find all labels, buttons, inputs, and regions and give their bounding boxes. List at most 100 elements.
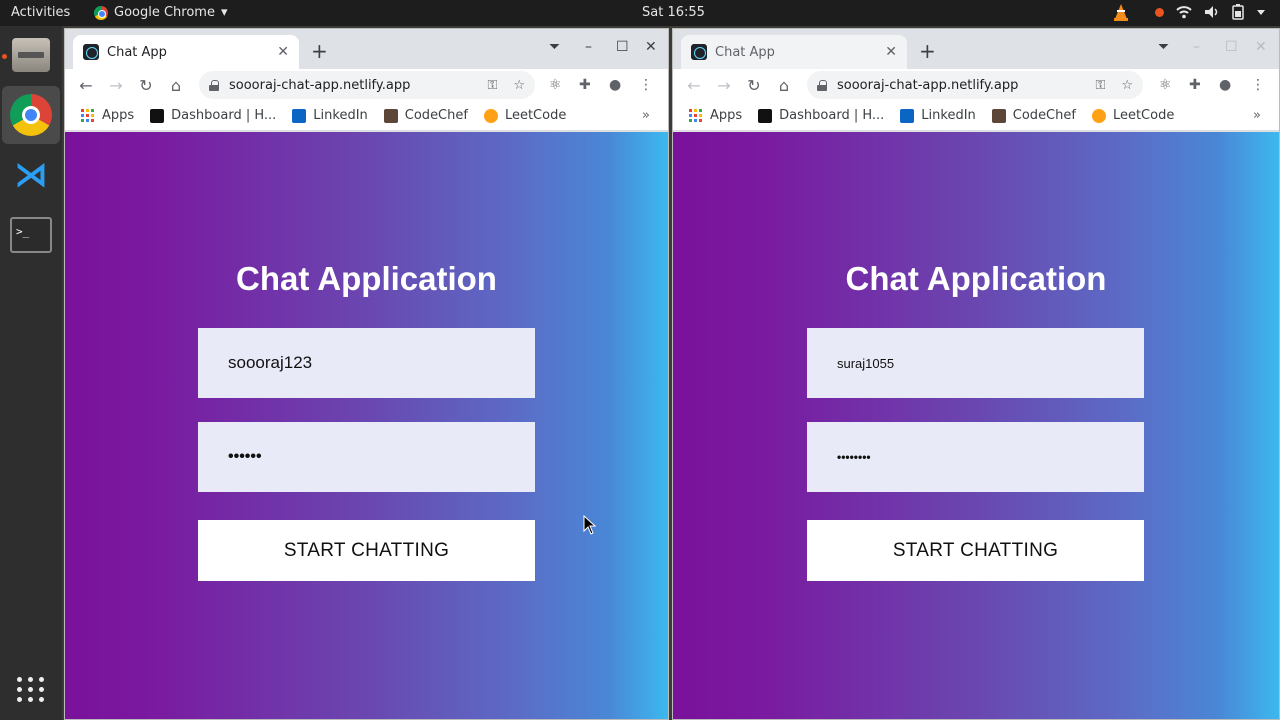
wifi-icon[interactable] xyxy=(1176,5,1192,19)
leetcode-icon xyxy=(483,108,498,123)
apps-grid-icon xyxy=(689,108,703,123)
bookmark-apps[interactable]: Apps xyxy=(81,108,134,123)
address-bar[interactable]: soooraj-chat-app.netlify.app ⚿ ☆ xyxy=(807,71,1143,99)
close-window-button[interactable]: ✕ xyxy=(645,39,657,55)
bookmark-leetcode[interactable]: LeetCode xyxy=(1091,108,1174,123)
page-title: Chat Application xyxy=(845,260,1107,297)
password-input[interactable]: •••••••• xyxy=(807,422,1144,492)
bookmark-label: Apps xyxy=(710,108,743,123)
hackerrank-icon xyxy=(150,108,165,123)
bookmark-label: LinkedIn xyxy=(313,108,368,123)
tab-search-icon[interactable]: ⏷ xyxy=(549,39,560,55)
browser-toolbar: ← → ↻ ⌂ soooraj-chat-app.netlify.app ⚿ ☆… xyxy=(65,69,668,101)
bookmark-dashboard[interactable]: Dashboard | H... xyxy=(758,108,884,123)
tab-close-icon[interactable]: ✕ xyxy=(885,44,897,60)
close-window-button[interactable]: ✕ xyxy=(1255,39,1267,55)
forward-button[interactable]: → xyxy=(101,76,131,95)
key-icon[interactable]: ⚿ xyxy=(1095,78,1105,93)
bookmark-label: Dashboard | H... xyxy=(779,108,885,123)
key-icon[interactable]: ⚿ xyxy=(487,78,497,93)
react-devtools-icon[interactable]: ⚛ xyxy=(1159,77,1172,93)
forward-button[interactable]: → xyxy=(709,76,739,95)
bookmark-leetcode[interactable]: LeetCode xyxy=(483,108,566,123)
dock: ⋊ >_ xyxy=(0,26,62,720)
tab-chat-app[interactable]: Chat App ✕ xyxy=(73,35,299,69)
codechef-icon xyxy=(991,108,1006,123)
back-button[interactable]: ← xyxy=(71,76,101,95)
username-input[interactable]: soooraj123 xyxy=(198,328,535,398)
system-tray[interactable] xyxy=(1113,3,1266,21)
minimize-button[interactable]: – xyxy=(585,39,592,55)
profile-avatar-icon[interactable]: ● xyxy=(1219,77,1231,93)
new-tab-button[interactable]: + xyxy=(919,39,936,63)
password-input[interactable]: •••••• xyxy=(198,422,535,492)
vscode-icon: ⋊ xyxy=(14,155,48,195)
bookmarks-overflow-icon[interactable]: » xyxy=(1253,108,1261,123)
start-chatting-button[interactable]: START CHATTING xyxy=(198,520,535,581)
dock-vscode[interactable]: ⋊ xyxy=(8,152,54,198)
dock-chrome[interactable] xyxy=(2,86,60,144)
power-menu-icon[interactable] xyxy=(1256,8,1266,16)
chevron-down-icon: ▾ xyxy=(220,5,228,20)
bookmark-label: Dashboard | H... xyxy=(171,108,277,123)
lock-icon xyxy=(817,79,827,91)
tab-strip: Chat App ✕ + ⏷ – ☐ ✕ xyxy=(65,29,668,69)
tab-chat-app[interactable]: Chat App ✕ xyxy=(681,35,907,69)
extensions-puzzle-icon[interactable]: ✚ xyxy=(1189,77,1201,93)
app-menu[interactable]: Google Chrome ▾ xyxy=(94,5,228,20)
new-tab-button[interactable]: + xyxy=(311,39,328,63)
bookmark-apps[interactable]: Apps xyxy=(689,108,742,123)
address-bar[interactable]: soooraj-chat-app.netlify.app ⚿ ☆ xyxy=(199,71,535,99)
tab-title: Chat App xyxy=(715,44,775,60)
more-menu-icon[interactable]: ⋮ xyxy=(1251,77,1265,93)
page-title: Chat Application xyxy=(236,260,497,297)
bookmark-linkedin[interactable]: LinkedIn xyxy=(292,108,368,123)
start-chatting-button[interactable]: START CHATTING xyxy=(807,520,1144,581)
bookmark-dashboard[interactable]: Dashboard | H... xyxy=(150,108,276,123)
chat-login-page: Chat Application soooraj123 •••••• START… xyxy=(65,132,668,719)
more-menu-icon[interactable]: ⋮ xyxy=(639,77,653,93)
home-button[interactable]: ⌂ xyxy=(161,76,191,95)
running-indicator-icon xyxy=(2,54,7,59)
maximize-button[interactable]: ☐ xyxy=(616,39,629,55)
bookmarks-overflow-icon[interactable]: » xyxy=(642,108,650,123)
reload-button[interactable]: ↻ xyxy=(739,76,769,95)
clock[interactable]: Sat 16:55 xyxy=(642,5,705,20)
battery-icon[interactable] xyxy=(1232,4,1244,20)
bookmark-codechef[interactable]: CodeChef xyxy=(991,108,1076,123)
apps-grid-icon xyxy=(81,108,95,123)
files-icon xyxy=(12,38,50,72)
show-applications[interactable] xyxy=(8,666,54,712)
tab-close-icon[interactable]: ✕ xyxy=(277,44,289,60)
dock-files[interactable] xyxy=(8,32,54,78)
bookmark-label: CodeChef xyxy=(404,108,468,123)
browser-window-left: Chat App ✕ + ⏷ – ☐ ✕ ← → ↻ ⌂ soooraj-cha… xyxy=(64,28,669,720)
bookmark-codechef[interactable]: CodeChef xyxy=(383,108,468,123)
bookmark-label: Apps xyxy=(102,108,135,123)
react-favicon-icon xyxy=(691,44,707,60)
leetcode-icon xyxy=(1091,108,1106,123)
terminal-icon: >_ xyxy=(10,217,52,253)
url-text: soooraj-chat-app.netlify.app xyxy=(837,77,1019,93)
minimize-button[interactable]: – xyxy=(1193,39,1200,55)
tab-search-icon[interactable]: ⏷ xyxy=(1158,39,1169,55)
react-devtools-icon[interactable]: ⚛ xyxy=(549,77,562,93)
bookmarks-bar: Apps Dashboard | H... LinkedIn CodeChef … xyxy=(673,101,1279,131)
bookmark-linkedin[interactable]: LinkedIn xyxy=(900,108,976,123)
activities-button[interactable]: Activities xyxy=(11,5,70,20)
home-button[interactable]: ⌂ xyxy=(769,76,799,95)
tab-title: Chat App xyxy=(107,44,167,60)
username-input[interactable]: suraj1055 xyxy=(807,328,1144,398)
chat-login-page: Chat Application suraj1055 •••••••• STAR… xyxy=(673,132,1279,719)
mouse-pointer-icon xyxy=(583,515,597,535)
volume-icon[interactable] xyxy=(1204,5,1220,19)
star-icon[interactable]: ☆ xyxy=(513,78,525,93)
star-icon[interactable]: ☆ xyxy=(1121,78,1133,93)
profile-avatar-icon[interactable]: ● xyxy=(609,77,621,93)
dock-terminal[interactable]: >_ xyxy=(8,212,54,258)
maximize-button[interactable]: ☐ xyxy=(1225,39,1238,55)
vlc-icon[interactable] xyxy=(1113,3,1129,21)
reload-button[interactable]: ↻ xyxy=(131,76,161,95)
extensions-puzzle-icon[interactable]: ✚ xyxy=(579,77,591,93)
back-button[interactable]: ← xyxy=(679,76,709,95)
